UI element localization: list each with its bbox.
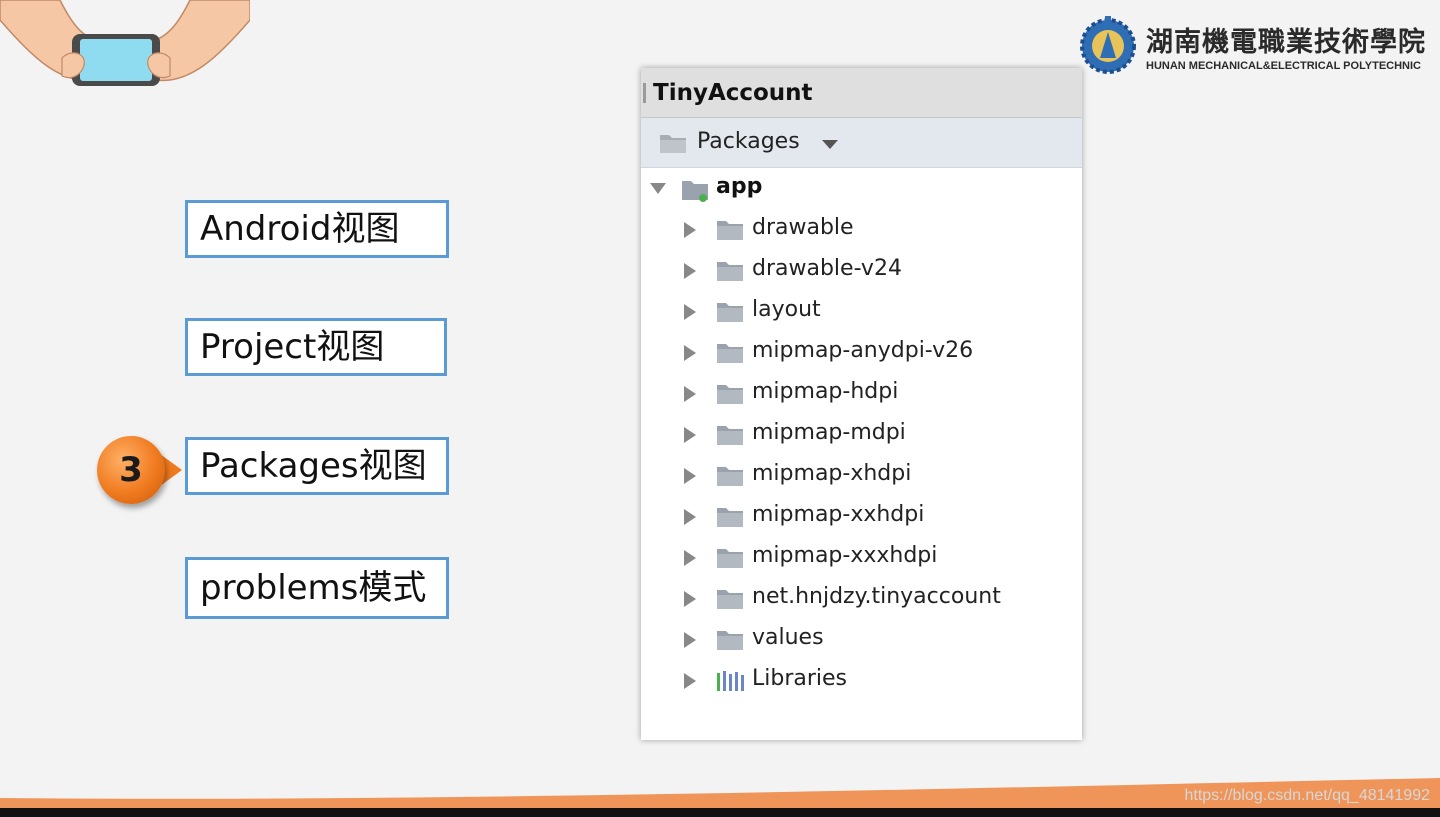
- tree-item[interactable]: mipmap-xxhdpi: [641, 496, 1082, 537]
- hands-phone-illustration: [0, 0, 250, 86]
- tree-item-label: mipmap-anydpi-v26: [752, 338, 974, 363]
- tree-item-libraries[interactable]: Libraries: [641, 660, 1082, 701]
- folder-icon: [717, 221, 743, 240]
- college-seal-icon: [1080, 16, 1136, 74]
- package-folder-icon: [717, 590, 743, 609]
- slide: 湖南機電職業技術學院 HUNAN MECHANICAL&ELECTRICAL P…: [0, 0, 1440, 817]
- folder-icon: [717, 385, 743, 404]
- tree-root-app[interactable]: app: [641, 168, 1082, 209]
- expand-right-icon[interactable]: [684, 386, 696, 402]
- step-badge: 3: [97, 436, 165, 504]
- tree-item-label: values: [752, 625, 824, 650]
- module-folder-icon: [682, 181, 708, 202]
- tree-item-label: mipmap-xhdpi: [752, 461, 912, 486]
- tree-item[interactable]: net.hnjdzy.tinyaccount: [641, 578, 1082, 619]
- watermark-url: https://blog.csdn.net/qq_48141992: [1184, 787, 1430, 804]
- project-panel: TinyAccount Packages app drawable drawab…: [641, 68, 1082, 740]
- college-name-en: HUNAN MECHANICAL&ELECTRICAL POLYTECHNIC: [1146, 60, 1422, 72]
- tree-item[interactable]: mipmap-hdpi: [641, 373, 1082, 414]
- tree-item-label: drawable-v24: [752, 256, 902, 281]
- expand-right-icon[interactable]: [684, 673, 696, 689]
- packages-view-option[interactable]: Packages视图: [185, 437, 449, 495]
- folder-icon: [717, 426, 743, 445]
- tree-item-label: mipmap-hdpi: [752, 379, 899, 404]
- android-view-option[interactable]: Android视图: [185, 200, 449, 258]
- expand-right-icon[interactable]: [684, 632, 696, 648]
- expand-right-icon[interactable]: [684, 509, 696, 525]
- tree-item-label: mipmap-xxhdpi: [752, 502, 925, 527]
- title-bar-edge: [643, 83, 646, 103]
- expand-down-icon[interactable]: [650, 183, 666, 194]
- tree-item-label: Libraries: [752, 666, 848, 691]
- expand-right-icon[interactable]: [684, 427, 696, 443]
- college-logo: 湖南機電職業技術學院 HUNAN MECHANICAL&ELECTRICAL P…: [1080, 14, 1425, 80]
- tree-item[interactable]: drawable: [641, 209, 1082, 250]
- expand-right-icon[interactable]: [684, 222, 696, 238]
- folder-icon: [717, 508, 743, 527]
- expand-right-icon[interactable]: [684, 591, 696, 607]
- tree-item[interactable]: mipmap-anydpi-v26: [641, 332, 1082, 373]
- college-name-cn: 湖南機電職業技術學院: [1146, 27, 1426, 58]
- folder-icon: [717, 549, 743, 568]
- folder-icon: [717, 262, 743, 281]
- tree-item[interactable]: layout: [641, 291, 1082, 332]
- expand-right-icon[interactable]: [684, 550, 696, 566]
- expand-right-icon[interactable]: [684, 345, 696, 361]
- folder-icon: [717, 303, 743, 322]
- tree-item-label: mipmap-mdpi: [752, 420, 906, 445]
- chevron-down-icon[interactable]: [822, 140, 838, 149]
- panel-title-bar: TinyAccount: [641, 68, 1082, 118]
- tree-root-label: app: [716, 174, 763, 199]
- expand-right-icon[interactable]: [684, 304, 696, 320]
- project-view-option[interactable]: Project视图: [185, 318, 447, 376]
- tree-item-label: mipmap-xxxhdpi: [752, 543, 938, 568]
- tree-item[interactable]: values: [641, 619, 1082, 660]
- tree-item[interactable]: mipmap-xhdpi: [641, 455, 1082, 496]
- view-selector[interactable]: Packages: [641, 118, 1082, 168]
- folder-icon: [717, 344, 743, 363]
- problems-mode-option[interactable]: problems模式: [185, 557, 449, 619]
- expand-right-icon[interactable]: [684, 468, 696, 484]
- view-selector-label: Packages: [697, 129, 800, 154]
- tree-item-label: layout: [752, 297, 821, 322]
- project-name: TinyAccount: [653, 79, 813, 106]
- expand-right-icon[interactable]: [684, 263, 696, 279]
- tree-item-label: drawable: [752, 215, 854, 240]
- folder-icon: [660, 135, 686, 153]
- tree-item[interactable]: drawable-v24: [641, 250, 1082, 291]
- tree-item[interactable]: mipmap-xxxhdpi: [641, 537, 1082, 578]
- tree-item-label: net.hnjdzy.tinyaccount: [752, 584, 1001, 609]
- tree-item[interactable]: mipmap-mdpi: [641, 414, 1082, 455]
- libraries-icon: [717, 671, 744, 691]
- folder-icon: [717, 467, 743, 486]
- folder-icon: [717, 631, 743, 650]
